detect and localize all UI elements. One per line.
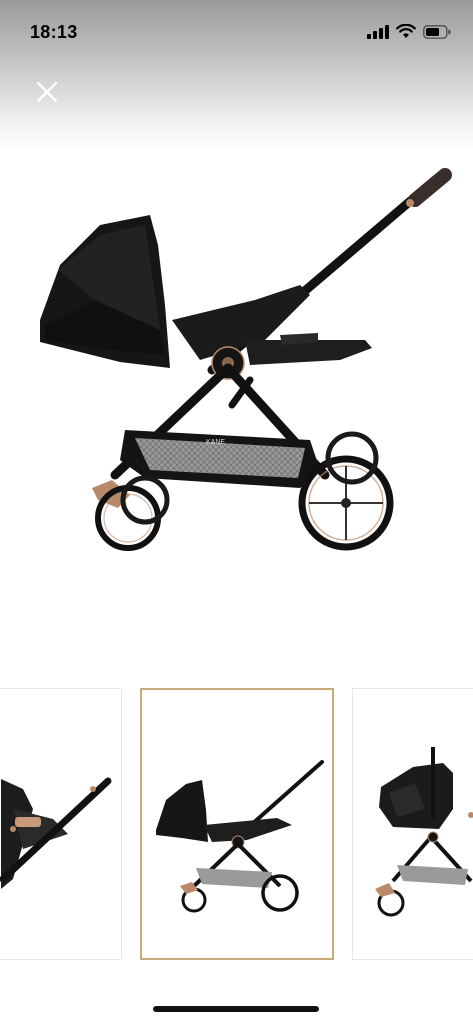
stroller-thumbnail-image — [156, 760, 324, 913]
stroller-illustration: KANE — [40, 168, 452, 551]
cellular-signal-icon — [367, 24, 389, 39]
close-icon — [36, 81, 58, 103]
wifi-icon — [396, 24, 416, 38]
car-seat-closeup-image — [0, 777, 112, 889]
close-button[interactable] — [30, 75, 64, 109]
status-time: 18:13 — [30, 22, 78, 42]
thumbnail-3[interactable] — [352, 688, 473, 960]
battery-icon — [423, 24, 451, 39]
brand-label: KANE — [206, 439, 225, 446]
status-bar: 18:13 — [0, 0, 473, 60]
status-icons — [367, 24, 451, 39]
thumbnail-gallery — [0, 688, 473, 962]
travel-system-thumbnail-image — [375, 747, 473, 917]
thumbnail-1[interactable] — [0, 688, 122, 960]
home-indicator[interactable] — [153, 1006, 319, 1012]
product-image[interactable]: KANE — [0, 150, 473, 670]
thumbnail-2[interactable] — [140, 688, 334, 960]
